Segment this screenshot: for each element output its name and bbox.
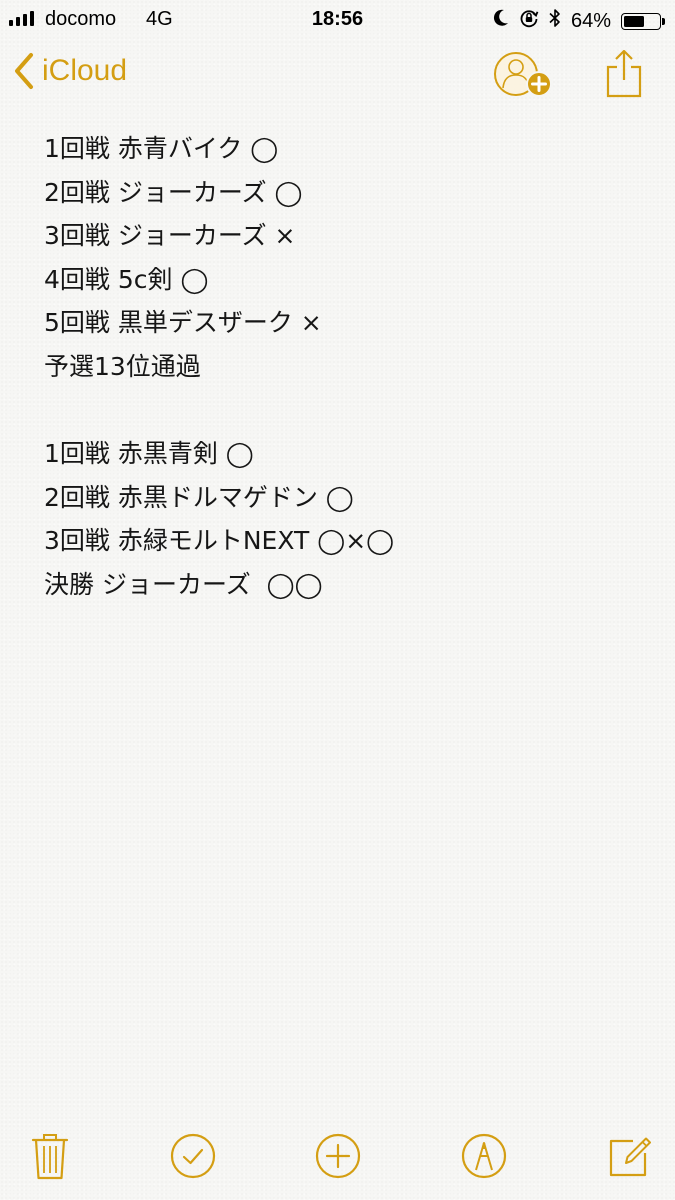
add-attachment-button[interactable] — [314, 1130, 362, 1186]
add-people-button[interactable] — [492, 50, 554, 100]
bottom-toolbar — [0, 1130, 675, 1190]
delete-button[interactable] — [26, 1130, 74, 1186]
share-button[interactable] — [604, 48, 644, 100]
back-button-label: iCloud — [42, 54, 128, 87]
battery-icon — [621, 12, 665, 30]
share-icon — [604, 49, 644, 104]
add-icon — [314, 1132, 362, 1184]
checklist-icon — [169, 1132, 217, 1184]
note-blank-line — [44, 389, 644, 433]
chevron-left-icon — [14, 52, 34, 90]
compose-icon — [607, 1133, 653, 1183]
checklist-button[interactable] — [169, 1130, 217, 1186]
trash-icon — [31, 1131, 69, 1185]
bluetooth-icon — [549, 8, 561, 34]
note-line: 3回戦 赤緑モルトNEXT ◯×◯ — [44, 526, 395, 556]
note-line: 2回戦 ジョーカーズ ◯ — [44, 177, 303, 207]
note-line: 1回戦 赤青バイク ◯ — [44, 134, 279, 163]
moon-icon — [493, 9, 509, 33]
status-right-group: 64% — [493, 8, 665, 34]
back-button[interactable]: iCloud — [14, 52, 127, 90]
note-line: 予選13位通過 — [44, 351, 201, 381]
battery-percent: 64% — [570, 9, 611, 32]
note-line: 3回戦 ジョーカーズ × — [44, 221, 296, 251]
note-line: 2回戦 赤黒ドルマゲドン ◯ — [44, 482, 354, 512]
note-line: 1回戦 赤黒青剣 ◯ — [44, 439, 254, 469]
note-line: 4回戦 5c剣 ◯ — [44, 264, 209, 294]
add-people-icon — [492, 52, 554, 104]
note-line: 5回戦 黒単デスザーク × — [44, 308, 322, 338]
status-bar: docomo 4G 18:56 64% — [0, 0, 675, 40]
note-line: 決勝 ジョーカーズ ◯◯ — [44, 569, 323, 599]
rotation-lock-icon — [519, 8, 539, 34]
sketch-icon — [460, 1132, 508, 1184]
sketch-button[interactable] — [460, 1130, 508, 1186]
note-body[interactable]: 1回戦 赤青バイク ◯ 2回戦 ジョーカーズ ◯ 3回戦 ジョーカーズ × 4回… — [44, 127, 644, 607]
compose-button[interactable] — [606, 1130, 654, 1186]
